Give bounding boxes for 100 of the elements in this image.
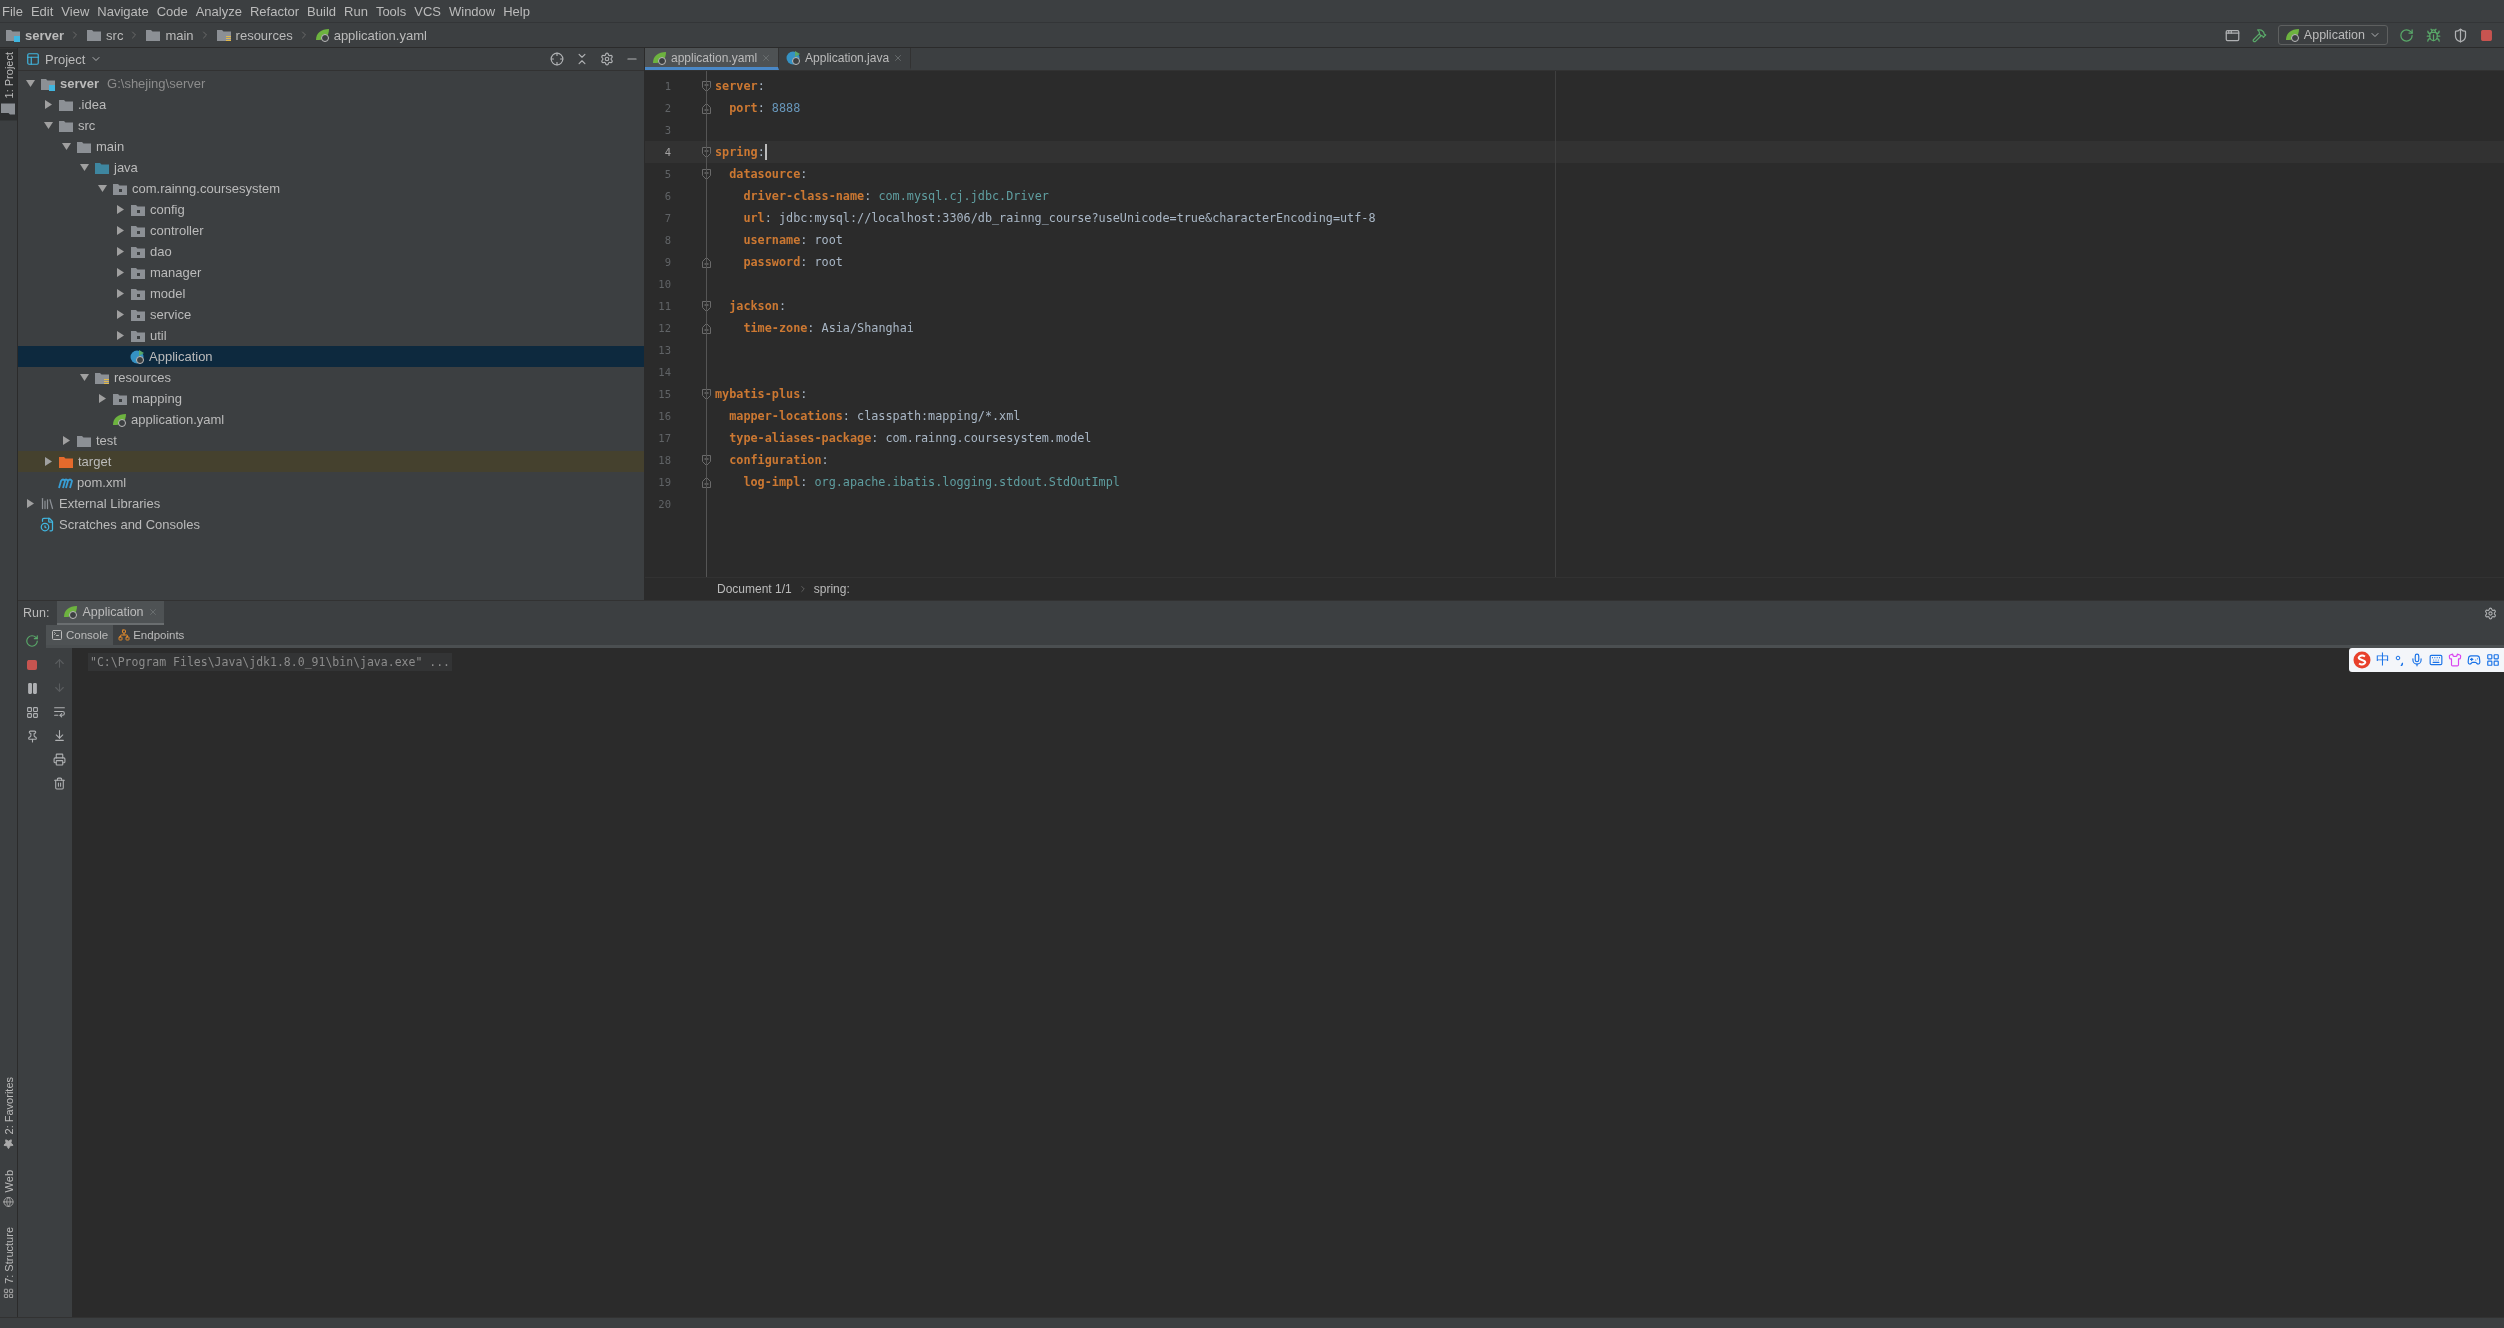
tree-item[interactable]: target <box>18 451 644 472</box>
fold-marker-icon[interactable] <box>701 168 711 180</box>
grid-icon[interactable] <box>2486 653 2500 667</box>
tool-window-tab[interactable]: 7: Structure <box>0 1223 17 1303</box>
expand-arrow-icon[interactable] <box>79 163 89 172</box>
layout-button[interactable] <box>24 705 40 720</box>
gamepad-icon[interactable] <box>2467 653 2481 667</box>
tree-item[interactable]: model <box>18 283 644 304</box>
tool-window-tab[interactable]: 2: Favorites <box>0 1073 17 1154</box>
expand-arrow-icon[interactable] <box>61 142 71 151</box>
menu-item[interactable]: Window <box>446 1 502 21</box>
menu-item[interactable]: Edit <box>28 1 60 21</box>
tree-item[interactable]: util <box>18 325 644 346</box>
editor-tab[interactable]: application.yaml <box>645 48 780 70</box>
tree-item[interactable]: java <box>18 157 644 178</box>
menu-item[interactable]: VCS <box>412 1 447 21</box>
breadcrumb-item[interactable]: Document 1/1 <box>717 582 792 596</box>
expand-arrow-icon[interactable] <box>115 247 125 256</box>
locate-button[interactable] <box>549 51 565 67</box>
tree-item[interactable]: com.rainng.coursesystem <box>18 178 644 199</box>
expand-arrow-icon[interactable] <box>43 121 53 130</box>
editor-tab[interactable]: Application.java <box>779 48 912 70</box>
fold-marker-icon[interactable] <box>701 80 711 92</box>
expand-arrow-icon[interactable] <box>79 373 89 382</box>
breadcrumb-item[interactable]: resources <box>213 27 295 43</box>
tree-item[interactable]: application.yaml <box>18 409 644 430</box>
microphone-icon[interactable] <box>2410 653 2424 667</box>
tree-item[interactable]: service <box>18 304 644 325</box>
breadcrumb-item[interactable]: server <box>3 27 67 43</box>
tree-item[interactable]: External Libraries <box>18 493 644 514</box>
punctuation-icon[interactable] <box>2395 654 2405 666</box>
tree-item[interactable]: pom.xml <box>18 472 644 493</box>
tree-item[interactable]: src <box>18 115 644 136</box>
keyboard-icon[interactable] <box>2429 653 2443 667</box>
menu-item[interactable]: Refactor <box>247 1 306 21</box>
coverage-button[interactable] <box>2452 26 2469 44</box>
fold-marker-icon[interactable] <box>701 146 711 158</box>
expand-arrow-icon[interactable] <box>115 289 125 298</box>
run-configuration-dropdown[interactable]: Application <box>2277 25 2388 45</box>
menu-item[interactable]: Run <box>342 1 374 21</box>
breadcrumb-item[interactable]: src <box>84 27 126 43</box>
menu-item[interactable]: Help <box>501 1 536 21</box>
project-view-dropdown[interactable]: Project <box>26 51 103 67</box>
expand-arrow-icon[interactable] <box>43 457 53 466</box>
fold-marker-icon[interactable] <box>701 388 711 400</box>
fold-marker-icon[interactable] <box>701 322 711 334</box>
expand-arrow-icon[interactable] <box>97 184 107 193</box>
tool-window-tab[interactable]: Web <box>0 1165 17 1212</box>
breadcrumb-item[interactable]: application.yaml <box>312 27 429 43</box>
stop-button[interactable] <box>2479 27 2494 43</box>
rerun-button[interactable] <box>2398 26 2415 44</box>
tree-item[interactable]: .idea <box>18 94 644 115</box>
fold-marker-icon[interactable] <box>701 476 711 488</box>
expand-arrow-icon[interactable] <box>115 331 125 340</box>
expand-arrow-icon[interactable] <box>115 226 125 235</box>
expand-arrow-icon[interactable] <box>43 100 53 109</box>
tree-item[interactable]: test <box>18 430 644 451</box>
shirt-icon[interactable] <box>2448 653 2462 667</box>
expand-arrow-icon[interactable] <box>115 205 125 214</box>
expand-arrow-icon[interactable] <box>25 79 35 88</box>
tree-item[interactable]: Application <box>18 346 644 367</box>
tree-item[interactable]: main <box>18 136 644 157</box>
expand-arrow-icon[interactable] <box>97 394 107 403</box>
console-tab[interactable]: Console <box>46 625 114 645</box>
expand-arrow-icon[interactable] <box>61 436 71 445</box>
fold-marker-icon[interactable] <box>701 102 711 114</box>
tree-item[interactable]: controller <box>18 220 644 241</box>
fold-marker-icon[interactable] <box>701 300 711 312</box>
tool-window-tab[interactable]: 1: Project <box>0 48 17 121</box>
tree-item[interactable]: Scratches and Consoles <box>18 514 644 535</box>
print-button[interactable] <box>51 752 67 767</box>
fold-marker-icon[interactable] <box>701 256 711 268</box>
tree-item[interactable]: server G:\shejing\server <box>18 73 644 94</box>
menu-item[interactable]: Analyze <box>193 1 248 21</box>
fold-marker-icon[interactable] <box>701 454 711 466</box>
menu-item[interactable]: File <box>0 1 29 21</box>
tree-item[interactable]: config <box>18 199 644 220</box>
console-tab[interactable]: Endpoints <box>113 625 190 645</box>
settings-button[interactable] <box>2483 605 2498 621</box>
trash-button[interactable] <box>51 776 67 791</box>
rerun-button[interactable] <box>24 633 40 649</box>
tree-item[interactable]: manager <box>18 262 644 283</box>
tree-item[interactable]: mapping <box>18 388 644 409</box>
stop-button[interactable] <box>25 658 39 672</box>
tree-item[interactable]: dao <box>18 241 644 262</box>
menu-item[interactable]: Code <box>154 1 194 21</box>
debug-button[interactable] <box>2425 26 2442 44</box>
settings-button[interactable] <box>599 51 615 67</box>
menu-item[interactable]: View <box>59 1 96 21</box>
soft-wrap-button[interactable] <box>51 704 67 719</box>
expand-arrow-icon[interactable] <box>115 310 125 319</box>
tree-item[interactable]: resources <box>18 367 644 388</box>
run-tab[interactable]: Application <box>57 601 164 625</box>
build-button[interactable] <box>2250 26 2268 44</box>
menu-item[interactable]: Build <box>305 1 342 21</box>
expand-arrow-icon[interactable] <box>115 268 125 277</box>
breadcrumb-item[interactable]: spring: <box>813 582 850 596</box>
input-mode[interactable]: 中 <box>2376 651 2390 669</box>
menu-item[interactable]: Tools <box>373 1 413 21</box>
breadcrumb-item[interactable]: main <box>143 27 196 43</box>
